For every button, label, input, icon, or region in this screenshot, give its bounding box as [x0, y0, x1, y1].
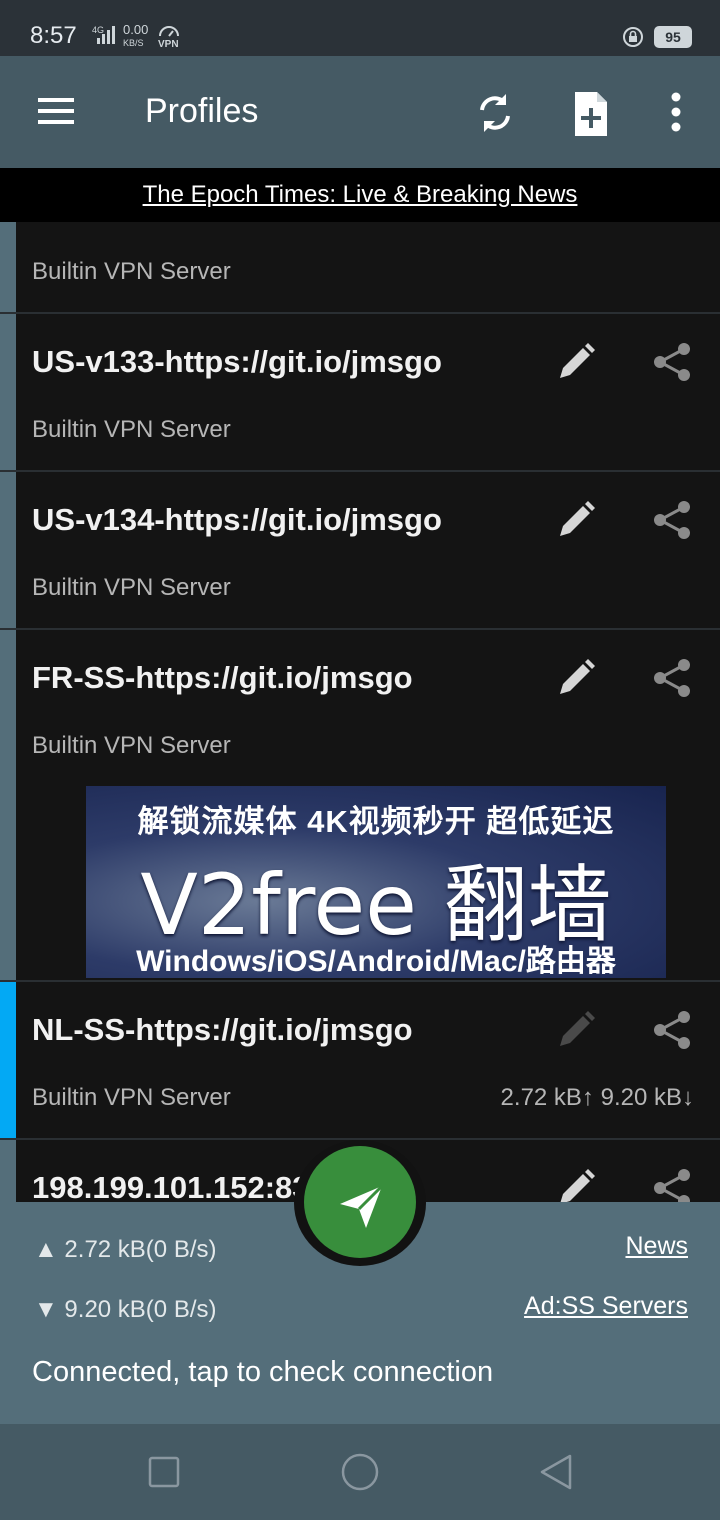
menu-icon[interactable] — [26, 86, 86, 136]
profile-item[interactable]: US-v134-https://git.io/jmsgo Builtin VPN… — [0, 472, 720, 630]
back-icon[interactable] — [532, 1448, 580, 1496]
profile-stripe — [0, 472, 16, 628]
edit-icon[interactable] — [554, 498, 598, 542]
profile-stripe — [0, 1140, 16, 1202]
profile-item-active[interactable]: NL-SS-https://git.io/jmsgo Builtin VPN S… — [0, 982, 720, 1140]
add-file-icon[interactable] — [562, 84, 620, 142]
profile-title: FR-SS-https://git.io/jmsgo — [32, 660, 413, 695]
profile-item[interactable]: Builtin VPN Server — [0, 222, 720, 314]
share-icon[interactable] — [650, 498, 694, 542]
profile-subtitle: Builtin VPN Server — [32, 574, 231, 601]
home-icon[interactable] — [336, 1448, 384, 1496]
profile-traffic: 2.72 kB↑ 9.20 kB↓ — [500, 1084, 694, 1111]
net-speed-unit: KB/S — [123, 38, 144, 48]
profile-subtitle: Builtin VPN Server — [32, 416, 231, 443]
profile-list[interactable]: Builtin VPN Server US-v133-https://git.i… — [0, 222, 720, 1202]
app-bar: Profiles — [0, 56, 720, 168]
status-time: 8:57 — [30, 22, 77, 49]
news-link[interactable]: News — [625, 1232, 688, 1261]
share-icon[interactable] — [650, 1166, 694, 1202]
ad-tagline: 解锁流媒体 4K视频秒开 超低延迟 — [137, 804, 615, 839]
connect-fab-button[interactable] — [304, 1146, 416, 1258]
share-icon[interactable] — [650, 656, 694, 700]
ad-platforms: Windows/iOS/Android/Mac/路由器 — [136, 945, 616, 978]
network-status-icon: 4G 0.00 KB/S VPN — [92, 22, 179, 50]
download-traffic: ▼ 9.20 kB(0 B/s) — [34, 1296, 217, 1323]
network-type: 4G — [92, 25, 104, 35]
profile-stripe — [0, 222, 16, 312]
edit-icon[interactable] — [554, 1008, 598, 1052]
profile-item[interactable]: US-v133-https://git.io/jmsgo Builtin VPN… — [0, 314, 720, 472]
news-banner-link[interactable]: The Epoch Times: Live & Breaking News — [143, 181, 578, 208]
profile-title: US-v134-https://git.io/jmsgo — [32, 502, 442, 537]
recents-icon[interactable] — [140, 1448, 188, 1496]
profile-stripe-active — [0, 982, 16, 1138]
edit-icon[interactable] — [554, 1166, 598, 1202]
profile-subtitle: Builtin VPN Server — [32, 732, 231, 759]
upload-traffic: ▲ 2.72 kB(0 B/s) — [34, 1236, 217, 1263]
share-icon[interactable] — [650, 340, 694, 384]
battery-icon: 95 — [654, 26, 692, 48]
more-vert-icon[interactable] — [656, 84, 696, 142]
vpn-indicator: VPN — [158, 39, 179, 50]
profile-title: 198.199.101.152:83 — [32, 1170, 310, 1202]
connection-status[interactable]: Connected, tap to check connection — [32, 1356, 493, 1389]
profile-title: US-v133-https://git.io/jmsgo — [32, 344, 442, 379]
share-icon[interactable] — [650, 1008, 694, 1052]
refresh-icon[interactable] — [466, 84, 524, 142]
system-nav-bar — [0, 1424, 720, 1520]
ad-ss-servers-link[interactable]: Ad:SS Servers — [524, 1292, 688, 1321]
edit-icon[interactable] — [554, 340, 598, 384]
status-bar: 8:57 4G 0.00 KB/S VPN 95 — [0, 0, 720, 56]
rotation-lock-icon — [623, 27, 643, 47]
profile-subtitle: Builtin VPN Server — [32, 1084, 231, 1111]
profile-title: NL-SS-https://git.io/jmsgo — [32, 1012, 413, 1047]
send-icon — [340, 1184, 384, 1228]
page-title: Profiles — [145, 92, 259, 130]
news-banner: The Epoch Times: Live & Breaking News — [0, 168, 720, 222]
status-right: 95 — [622, 22, 692, 52]
net-speed: 0.00 — [123, 22, 148, 37]
edit-icon[interactable] — [554, 656, 598, 700]
profile-stripe — [0, 630, 16, 980]
profile-stripe — [0, 314, 16, 470]
profile-subtitle: Builtin VPN Server — [32, 258, 231, 285]
ad-banner[interactable]: 解锁流媒体 4K视频秒开 超低延迟 V2free 翻墙 Windows/iOS/… — [86, 786, 666, 978]
